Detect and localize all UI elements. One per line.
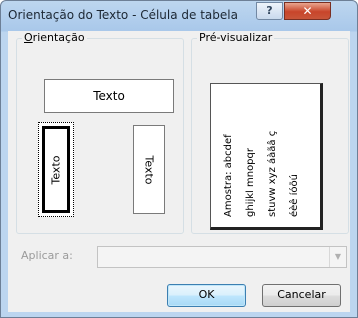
orientation-vertical-up-text: Texto	[49, 155, 63, 184]
orientation-vertical-down-option[interactable]: Texto	[133, 125, 165, 214]
orientation-horizontal-text: Texto	[93, 89, 125, 103]
title-bar[interactable]: Orientação do Texto - Célula de tabela ?…	[1, 1, 357, 31]
preview-line: éèê íóõú	[289, 174, 300, 217]
preview-group-label: Pré-visualizar	[197, 31, 275, 44]
cancel-button[interactable]: Cancelar	[262, 284, 341, 307]
orientation-horizontal-option[interactable]: Texto	[44, 79, 174, 113]
orientation-group-label: Orientação	[22, 31, 87, 44]
help-button[interactable]: ?	[256, 2, 283, 20]
preview-box: Amostra: abcdef ghijkl mnopqr stuvw xyz …	[210, 83, 323, 230]
orientation-vertical-up-option[interactable]: Texto	[38, 122, 74, 217]
apply-to-label: Aplicar a:	[21, 249, 73, 262]
dialog-window: Orientação do Texto - Célula de tabela ?…	[0, 0, 358, 318]
preview-line: ghijkl mnopqr	[245, 148, 256, 217]
orientation-vertical-down-text: Texto	[142, 155, 156, 184]
dialog-body: Orientação Texto Texto Texto Pré-visuali…	[8, 31, 350, 312]
close-button[interactable]: ✕	[284, 2, 331, 20]
help-icon: ?	[266, 4, 273, 17]
preview-line: Amostra: abcdef	[223, 134, 234, 217]
ok-button[interactable]: OK	[167, 284, 246, 307]
chevron-down-icon[interactable]: ▼	[329, 247, 346, 267]
window-title: Orientação do Texto - Célula de tabela	[8, 8, 238, 22]
close-icon: ✕	[302, 4, 313, 18]
apply-to-select[interactable]: ▼	[97, 246, 347, 268]
preview-line: stuvw xyz áàãâ ç	[267, 130, 278, 217]
